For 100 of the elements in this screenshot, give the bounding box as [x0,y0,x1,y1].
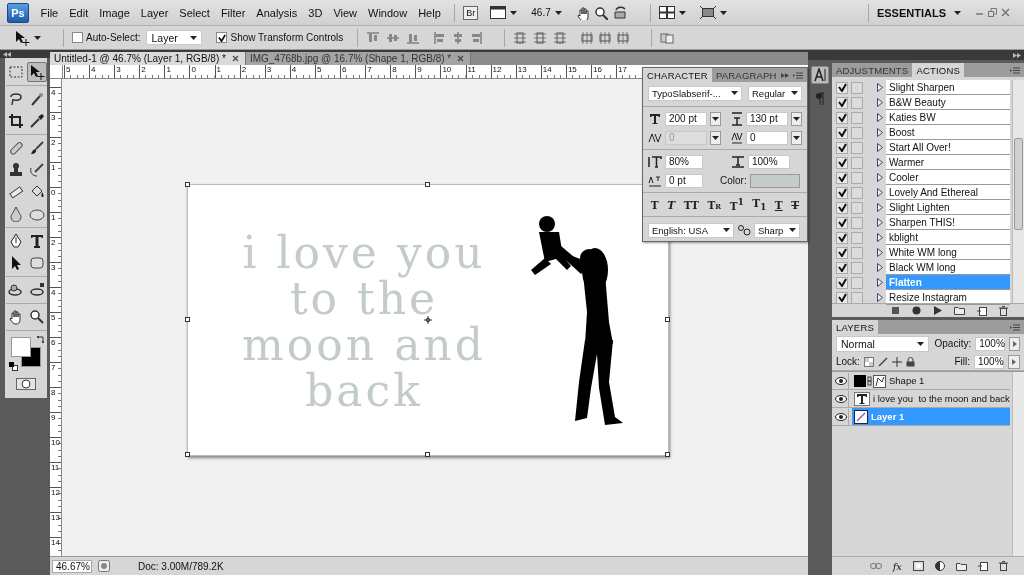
dropdown-button[interactable] [709,111,722,126]
menu-item[interactable]: Help [412,6,447,19]
baseline-shift-field[interactable]: 0 pt [665,173,703,188]
visibility-toggle[interactable] [834,390,849,407]
action-item[interactable]: Resize Instagram [886,290,1010,305]
mask-icon[interactable] [913,561,924,571]
record-icon[interactable] [912,306,921,315]
visibility-toggle[interactable] [834,372,849,389]
action-item[interactable]: Slight Sharpen [886,80,1010,95]
text-style-button[interactable]: TT [681,198,701,211]
checkbox[interactable] [216,32,228,43]
action-item[interactable]: Warmer [886,155,1010,170]
quick-mask-button[interactable] [16,378,36,390]
action-item[interactable]: White WM long [886,245,1010,260]
menu-item[interactable]: Layer [135,6,174,19]
vertical-scale-field[interactable]: 80% [665,154,703,169]
menu-item[interactable]: Window [362,6,413,19]
menu-item[interactable]: File [35,6,64,19]
dialog-toggle[interactable] [851,96,863,109]
transform-handle[interactable] [185,317,190,322]
zoom-level-menu[interactable]: 46.7 [531,7,562,18]
lock-transparency-icon[interactable] [863,356,874,367]
toggle-checkbox[interactable] [836,171,848,184]
toggle-checkbox[interactable] [836,261,848,274]
toggle-checkbox[interactable] [836,81,848,94]
menu-item[interactable]: Edit [63,6,94,19]
toggle-checkbox[interactable] [836,231,848,244]
text-style-button[interactable]: T [789,198,802,211]
action-item[interactable]: Sharpen THIS! [886,215,1010,230]
link-icon[interactable] [869,563,882,569]
blend-mode-dropdown[interactable]: Normal [836,335,929,352]
stop-icon[interactable] [891,306,900,315]
trash-icon[interactable] [999,561,1008,571]
panel-tab[interactable]: ACTIONS [912,63,965,77]
restore-icon[interactable] [988,8,997,17]
default-colors-icon[interactable] [8,362,18,371]
close-icon[interactable] [231,55,239,62]
toggle-checkbox[interactable] [836,111,848,124]
text-style-button[interactable]: T$_{1}$ [750,196,769,213]
opacity-field[interactable]: 100% [975,336,1006,351]
text-style-button[interactable]: Tr [705,198,724,211]
dialog-toggle[interactable] [851,291,863,304]
close-icon[interactable] [457,55,465,62]
dialog-toggle[interactable] [851,186,863,199]
font-style-dropdown[interactable]: Regular [748,85,802,101]
toggle-checkbox[interactable] [836,156,848,169]
text-style-button[interactable]: T [648,198,661,211]
dialog-toggle[interactable] [851,111,863,124]
toggle-checkbox[interactable] [836,201,848,214]
hand-icon[interactable] [575,5,590,20]
distribute-icon[interactable] [617,30,630,45]
bridge-button[interactable]: Br [463,5,479,20]
collapse-icon[interactable] [1013,52,1021,58]
panel-tab[interactable]: PARAGRAPH [711,68,781,82]
scrollbar[interactable] [1012,80,1024,303]
menu-item[interactable]: Analysis [250,6,303,19]
menu-item[interactable]: View [327,6,363,19]
view-extras-menu[interactable] [490,6,518,19]
new-layer-icon[interactable] [978,561,988,571]
layer-row[interactable]: i love you to the moon and back [852,390,1010,407]
screen-mode-menu[interactable] [699,6,727,19]
action-item[interactable]: Slight Lighten [886,200,1010,215]
effects-button[interactable]: fx [892,560,902,572]
dialog-toggle[interactable] [851,261,863,274]
dialog-toggle[interactable] [851,141,863,154]
dialog-toggle[interactable] [851,81,863,94]
color-swatches-drawing[interactable] [10,337,41,367]
action-item[interactable]: Lovely And Ethereal [886,185,1010,200]
toggle-checkbox[interactable] [836,96,848,109]
toggle-checkbox[interactable] [836,276,848,289]
character-panel-button[interactable] [811,66,829,84]
move-icon[interactable] [14,29,30,46]
text-style-button[interactable]: T [772,198,785,211]
dropdown-button[interactable] [790,111,802,126]
document-tab[interactable]: Untitled-1 @ 46.7% (Layer 1, RGB/8) * [50,52,246,65]
color-swatch[interactable] [749,173,800,188]
menu-item[interactable]: Image [93,6,136,19]
checkbox[interactable] [72,32,83,43]
toggle-checkbox[interactable] [836,246,848,259]
folder-icon[interactable] [956,561,967,571]
fill-field[interactable]: 100% [974,354,1004,369]
distribute-icon[interactable] [513,31,528,44]
tool-button[interactable] [26,62,47,82]
distribute-icon[interactable] [533,31,548,44]
dialog-toggle[interactable] [851,276,863,289]
scrollbar[interactable] [1012,372,1024,556]
distribute-icon[interactable] [581,30,594,45]
dialog-toggle[interactable] [851,216,863,229]
toggle-checkbox[interactable] [836,141,848,154]
auto-align-icon[interactable] [660,30,675,45]
scroll-thumb[interactable] [1014,138,1023,230]
transform-handle[interactable] [425,452,430,457]
transform-handle[interactable] [185,452,190,457]
lock-icon[interactable] [905,356,915,367]
status-icon[interactable] [98,560,110,572]
action-item[interactable]: Katies BW [886,110,1010,125]
panel-tab[interactable]: LAYERS [832,320,878,334]
dropdown-button[interactable] [790,130,802,145]
action-item[interactable]: B&W Beauty [886,95,1010,110]
font-size-field[interactable]: 200 pt [665,111,707,126]
